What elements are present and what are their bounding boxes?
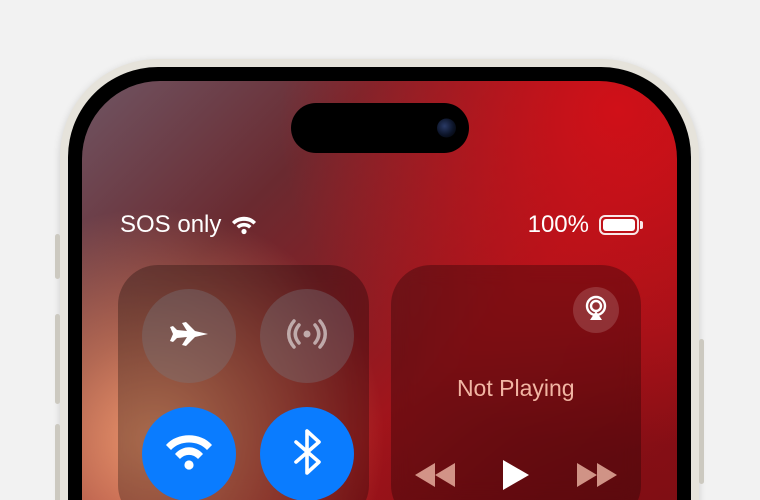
battery-icon: [599, 215, 639, 235]
bluetooth-icon: [293, 429, 321, 480]
play-button[interactable]: [501, 458, 531, 497]
wifi-toggle[interactable]: [142, 407, 236, 500]
previous-track-button[interactable]: [415, 461, 457, 494]
antenna-icon: [284, 311, 330, 362]
iphone-frame: SOS only 100%: [60, 59, 699, 500]
media-status-label: Not Playing: [391, 375, 642, 402]
battery-percent-label: 100%: [528, 211, 589, 239]
network-status-label: SOS only: [120, 211, 221, 239]
media-panel: Not Playing: [391, 265, 642, 500]
connectivity-panel: [118, 265, 369, 500]
airplane-mode-toggle[interactable]: [142, 289, 236, 383]
status-bar: SOS only 100%: [120, 211, 639, 239]
phone-bezel: SOS only 100%: [68, 67, 691, 500]
airplane-icon: [167, 312, 211, 361]
forward-icon: [575, 476, 617, 493]
side-button-silence: [55, 234, 60, 279]
screen: SOS only 100%: [82, 81, 677, 500]
bluetooth-toggle[interactable]: [260, 407, 354, 500]
wifi-icon: [164, 432, 214, 477]
side-button-volume-down: [55, 424, 60, 500]
side-button-power: [699, 339, 704, 484]
next-track-button[interactable]: [575, 461, 617, 494]
rewind-icon: [415, 476, 457, 493]
side-button-volume-up: [55, 314, 60, 404]
dynamic-island: [291, 103, 469, 153]
airplay-button[interactable]: [573, 287, 619, 333]
airplay-icon: [582, 294, 610, 327]
play-icon: [501, 479, 531, 496]
cellular-data-toggle[interactable]: [260, 289, 354, 383]
wifi-icon: [231, 215, 257, 235]
